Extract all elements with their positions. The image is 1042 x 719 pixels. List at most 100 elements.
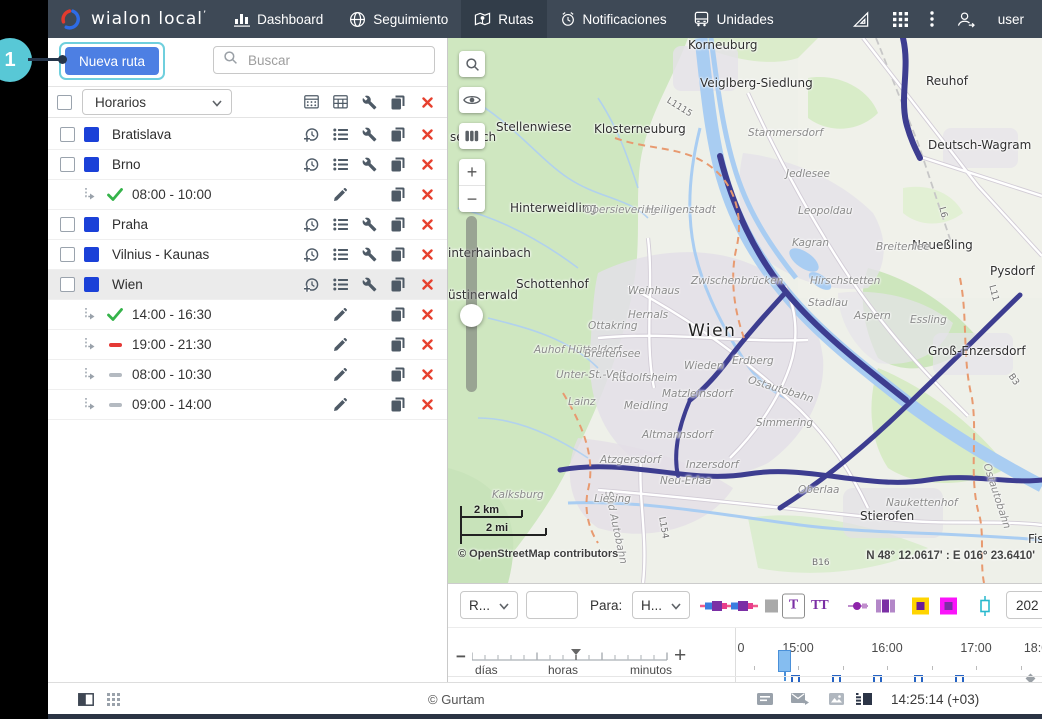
nav-item-notificaciones[interactable]: Notificaciones [547,0,680,38]
map-visibility-button[interactable] [459,87,485,113]
checkpoints-list-icon[interactable] [328,245,352,265]
copy-schedule-icon[interactable] [386,335,410,355]
zoom-out-button[interactable]: − [459,186,485,212]
point-line-icon[interactable] [848,599,868,613]
timeline-zoom-in-button[interactable]: + [674,646,686,666]
new-route-button[interactable]: Nueva ruta [65,47,159,75]
route-select[interactable]: R... [460,591,518,619]
checkpoints-list-icon[interactable] [328,125,352,145]
label-tt-icon[interactable]: TT [811,598,828,614]
add-schedule-icon[interactable] [299,155,323,175]
bottom-apps-grid-icon[interactable] [107,693,120,706]
map-zoom-slider-handle[interactable] [460,304,483,327]
delete-schedule-icon[interactable] [415,395,439,415]
edit-route-icon[interactable] [357,125,381,145]
route-row[interactable]: Vilnius - Kaunas [48,240,447,270]
add-schedule-icon[interactable] [299,125,323,145]
apps-icon[interactable] [893,12,908,27]
gray-square-icon[interactable] [765,599,778,612]
timeline-zoom-out-button[interactable]: − [456,652,472,662]
timeline-cursor[interactable] [778,650,791,672]
copy-route-icon[interactable] [386,155,410,175]
calendar-icon[interactable] [328,92,352,112]
delete-icon[interactable] [415,92,439,112]
route-row[interactable]: Praha [48,210,447,240]
timeline-value-input[interactable] [526,591,578,619]
edit-route-icon[interactable] [357,275,381,295]
magenta-marker-icon[interactable] [940,597,957,614]
edit-route-icon[interactable] [357,245,381,265]
schedule-row[interactable]: 19:00 - 21:30 [48,330,447,360]
label-t-icon[interactable]: T [782,593,805,618]
nav-item-dashboard[interactable]: Dashboard [221,0,336,38]
search-input[interactable] [246,52,425,69]
checkpoints-list-icon[interactable] [328,275,352,295]
edit-route-icon[interactable] [357,155,381,175]
schedule-select[interactable]: H... [632,591,690,619]
copy-schedule-icon[interactable] [386,305,410,325]
delete-schedule-icon[interactable] [415,335,439,355]
copy-schedule-icon[interactable] [386,365,410,385]
route-row[interactable]: Bratislava [48,120,447,150]
axis-scroll-handle[interactable] [1026,674,1036,682]
media-icon[interactable] [829,693,844,705]
nav-item-unidades[interactable]: Unidades [680,0,787,38]
layout-split-icon[interactable] [856,693,872,705]
edit-schedule-icon[interactable] [328,185,352,205]
copy-route-icon[interactable] [386,245,410,265]
zoom-in-button[interactable]: + [459,159,485,186]
route-checkbox[interactable] [60,157,75,172]
copy-route-icon[interactable] [386,215,410,235]
route-checkbox[interactable] [60,247,75,262]
copy-route-icon[interactable] [386,125,410,145]
ruler-icon[interactable] [852,11,871,28]
route-row[interactable]: Wien [48,270,447,300]
schedule-row[interactable]: 08:00 - 10:30 [48,360,447,390]
ribbon-icon[interactable] [700,599,758,613]
delete-route-icon[interactable] [415,245,439,265]
delete-schedule-icon[interactable] [415,305,439,325]
panel-toggle-icon[interactable] [78,693,94,706]
group-selector-dropdown[interactable]: Horarios [82,89,232,115]
schedule-row[interactable]: 14:00 - 16:30 [48,300,447,330]
schedule-row[interactable]: 09:00 - 14:00 [48,390,447,420]
messages-icon[interactable] [791,693,810,706]
route-checkbox[interactable] [60,277,75,292]
copy-route-icon[interactable] [386,275,410,295]
add-schedule-icon[interactable] [299,245,323,265]
map-layers-button[interactable] [459,123,485,149]
year-field[interactable]: 202 [1006,591,1042,619]
nav-item-rutas[interactable]: Rutas [461,0,546,38]
delete-route-icon[interactable] [415,275,439,295]
route-row[interactable]: Brno [48,150,447,180]
timeline-zoom-ruler[interactable] [472,649,669,663]
cursor-marker-icon[interactable] [979,596,991,616]
map-container[interactable]: KorneuburgVeiglberg-SiedlungReuhofL1115S… [448,38,1042,583]
interval-bars-icon[interactable] [876,598,896,613]
edit-schedule-icon[interactable] [328,305,352,325]
schedules-table-icon[interactable] [299,92,323,112]
yellow-marker-icon[interactable] [912,597,929,614]
copy-schedule-icon[interactable] [386,395,410,415]
delete-schedule-icon[interactable] [415,365,439,385]
route-checkbox[interactable] [60,217,75,232]
edit-schedule-icon[interactable] [328,335,352,355]
notes-icon[interactable] [757,693,773,705]
edit-schedule-icon[interactable] [328,395,352,415]
checkpoints-list-icon[interactable] [328,215,352,235]
delete-route-icon[interactable] [415,125,439,145]
nav-item-seguimiento[interactable]: Seguimiento [336,0,461,38]
edit-schedule-icon[interactable] [328,365,352,385]
delete-route-icon[interactable] [415,215,439,235]
checkpoints-list-icon[interactable] [328,155,352,175]
configure-icon[interactable] [357,92,381,112]
add-schedule-icon[interactable] [299,275,323,295]
account-icon[interactable] [956,11,976,28]
schedule-row[interactable]: 08:00 - 10:00 [48,180,447,210]
delete-schedule-icon[interactable] [415,185,439,205]
add-schedule-icon[interactable] [299,215,323,235]
map-search-button[interactable] [459,51,485,77]
more-icon[interactable] [930,11,934,27]
map-canvas[interactable] [448,38,1042,583]
select-all-checkbox[interactable] [57,95,72,110]
